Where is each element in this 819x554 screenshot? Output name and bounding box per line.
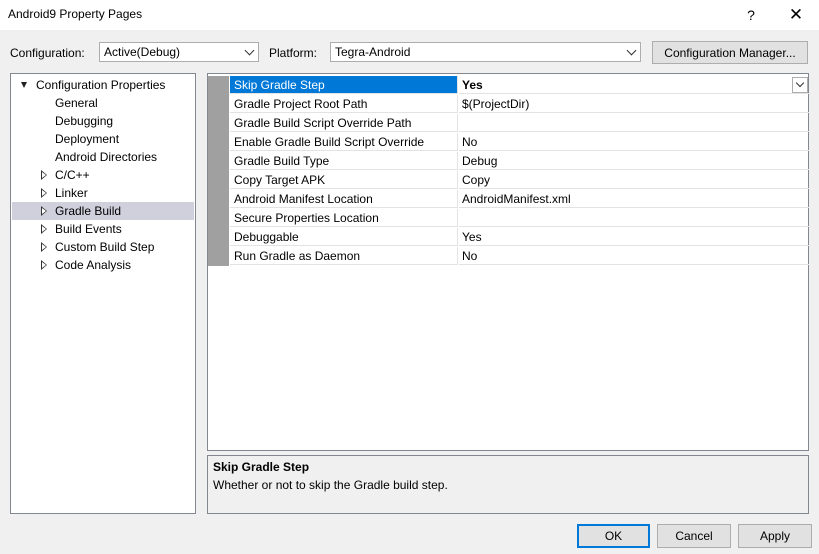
configuration-dropdown[interactable]: Active(Debug) bbox=[99, 42, 259, 62]
tree-item[interactable]: Custom Build Step bbox=[12, 238, 194, 256]
tree-item[interactable]: C/C++ bbox=[12, 166, 194, 184]
property-value-text: AndroidManifest.xml bbox=[462, 192, 571, 206]
tree-item[interactable]: Deployment bbox=[12, 130, 194, 148]
tree-item-label: Linker bbox=[55, 186, 88, 200]
chevron-down-icon bbox=[244, 45, 255, 56]
tree-item-label: Gradle Build bbox=[55, 204, 122, 218]
property-tree[interactable]: Configuration Properties General Debugging… bbox=[10, 73, 196, 514]
tree-item[interactable]: Android Directories bbox=[12, 148, 194, 166]
property-row[interactable]: Run Gradle as Daemon No bbox=[230, 247, 809, 266]
collapsed-arrow-icon[interactable] bbox=[41, 242, 47, 252]
title-bar: Android9 Property Pages ? ✕ bbox=[0, 0, 819, 30]
property-value[interactable]: AndroidManifest.xml bbox=[459, 190, 809, 208]
tree-item-label: Configuration Properties bbox=[36, 78, 166, 92]
property-value[interactable] bbox=[459, 114, 809, 132]
help-button[interactable]: ? bbox=[733, 0, 769, 30]
tree-item[interactable]: Debugging bbox=[12, 112, 194, 130]
tree-item[interactable]: Build Events bbox=[12, 220, 194, 238]
property-row[interactable]: Android Manifest Location AndroidManifest… bbox=[230, 190, 809, 209]
collapsed-arrow-icon[interactable] bbox=[41, 170, 47, 180]
property-name[interactable]: Gradle Build Type bbox=[230, 152, 458, 170]
property-value[interactable]: Yes bbox=[459, 76, 809, 94]
property-name[interactable]: Enable Gradle Build Script Override bbox=[230, 133, 458, 151]
property-row[interactable]: Skip Gradle Step Yes bbox=[230, 76, 809, 95]
property-value-text: No bbox=[462, 249, 478, 263]
value-dropdown-button[interactable] bbox=[792, 77, 808, 93]
property-row[interactable]: Copy Target APK Copy bbox=[230, 171, 809, 190]
tree-item-label: Build Events bbox=[55, 222, 122, 236]
tree-item[interactable]: Code Analysis bbox=[12, 256, 194, 274]
description-title: Skip Gradle Step bbox=[213, 460, 310, 474]
tree-item-label: Debugging bbox=[55, 114, 114, 128]
tree-item-label: Android Directories bbox=[55, 150, 158, 164]
property-value[interactable]: Copy bbox=[459, 171, 809, 189]
expanded-arrow-icon[interactable] bbox=[21, 82, 27, 88]
property-value[interactable]: Yes bbox=[459, 228, 809, 246]
chevron-down-icon bbox=[795, 78, 805, 88]
property-row[interactable]: Enable Gradle Build Script Override No bbox=[230, 133, 809, 152]
property-name[interactable]: Run Gradle as Daemon bbox=[230, 247, 458, 265]
tree-item[interactable]: Linker bbox=[12, 184, 194, 202]
ok-button[interactable]: OK bbox=[577, 524, 650, 548]
collapsed-arrow-icon[interactable] bbox=[41, 224, 47, 234]
property-value-text: Copy bbox=[462, 173, 491, 187]
property-row[interactable]: Gradle Project Root Path $(ProjectDir) bbox=[230, 95, 809, 114]
tree-item-label: Code Analysis bbox=[55, 258, 132, 272]
platform-value: Tegra-Android bbox=[335, 45, 411, 59]
tree-item-label: C/C++ bbox=[55, 168, 90, 182]
platform-dropdown[interactable]: Tegra-Android bbox=[330, 42, 641, 62]
tree-item-label: Custom Build Step bbox=[55, 240, 155, 254]
close-button[interactable]: ✕ bbox=[778, 0, 814, 30]
property-name[interactable]: Gradle Build Script Override Path bbox=[230, 114, 458, 132]
property-value-text: Debug bbox=[462, 154, 498, 168]
property-row[interactable]: Gradle Build Type Debug bbox=[230, 152, 809, 171]
tree-item-label: Deployment bbox=[55, 132, 120, 146]
property-value-text: Yes bbox=[462, 78, 483, 92]
collapsed-arrow-icon[interactable] bbox=[41, 188, 47, 198]
property-row[interactable]: Secure Properties Location bbox=[230, 209, 809, 228]
platform-label: Platform: bbox=[269, 46, 318, 60]
property-name[interactable]: Gradle Project Root Path bbox=[230, 95, 458, 113]
tree-item[interactable]: Gradle Build bbox=[12, 202, 194, 220]
property-row[interactable]: Gradle Build Script Override Path bbox=[230, 114, 809, 133]
property-value[interactable]: No bbox=[459, 133, 809, 151]
collapsed-arrow-icon[interactable] bbox=[41, 260, 47, 270]
collapsed-arrow-icon[interactable] bbox=[41, 206, 47, 216]
property-name[interactable]: Android Manifest Location bbox=[230, 190, 458, 208]
tree-item[interactable]: Configuration Properties bbox=[12, 76, 194, 94]
property-value-text: No bbox=[462, 135, 478, 149]
description-panel: Skip Gradle Step Whether or not to skip … bbox=[207, 455, 809, 514]
cancel-button[interactable]: Cancel bbox=[657, 524, 731, 548]
property-name[interactable]: Copy Target APK bbox=[230, 171, 458, 189]
configuration-value: Active(Debug) bbox=[104, 45, 181, 59]
property-name[interactable]: Secure Properties Location bbox=[230, 209, 458, 227]
property-name[interactable]: Skip Gradle Step bbox=[230, 76, 458, 94]
tree-item[interactable]: General bbox=[12, 94, 194, 112]
property-value[interactable] bbox=[459, 209, 809, 227]
property-grid[interactable]: Skip Gradle Step Yes Gradle Project Root P… bbox=[207, 73, 809, 451]
window-title: Android9 Property Pages bbox=[8, 7, 143, 21]
chevron-down-icon bbox=[626, 45, 637, 56]
property-name[interactable]: Debuggable bbox=[230, 228, 458, 246]
description-text: Whether or not to skip the Gradle build … bbox=[213, 478, 448, 492]
property-value-text: Yes bbox=[462, 230, 482, 244]
configuration-manager-button[interactable]: Configuration Manager... bbox=[652, 41, 808, 64]
tree-item-label: General bbox=[55, 96, 98, 110]
property-value[interactable]: Debug bbox=[459, 152, 809, 170]
property-row[interactable]: Debuggable Yes bbox=[230, 228, 809, 247]
property-value-text: $(ProjectDir) bbox=[462, 97, 530, 111]
property-value[interactable]: No bbox=[459, 247, 809, 265]
configuration-label: Configuration: bbox=[10, 46, 85, 60]
grid-margin bbox=[208, 76, 229, 266]
property-value[interactable]: $(ProjectDir) bbox=[459, 95, 809, 113]
apply-button[interactable]: Apply bbox=[738, 524, 812, 548]
